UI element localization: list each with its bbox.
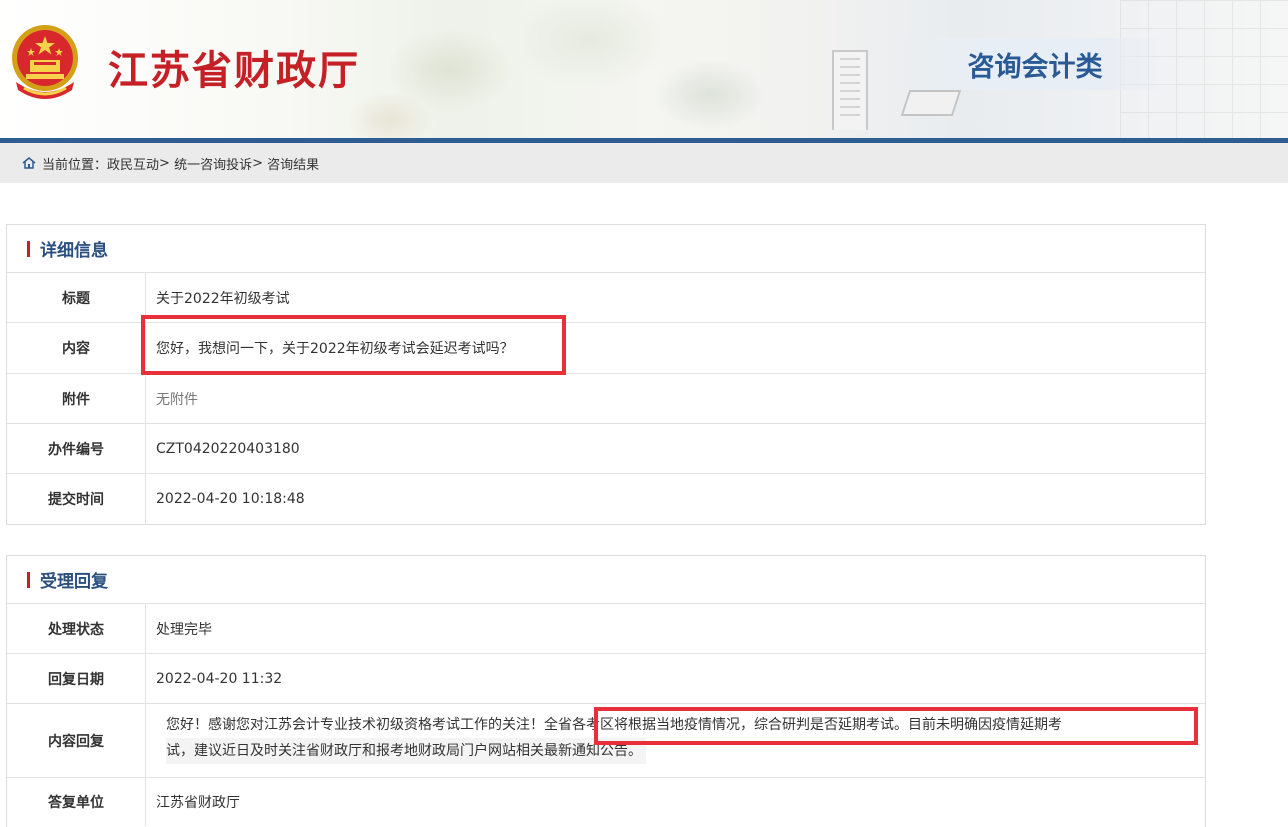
reply-row-content: 内容回复 您好！感谢您对江苏会计专业技术初级资格考试工作的关注！全省各考区将根据… (7, 704, 1205, 778)
row-value: 处理完毕 (156, 621, 212, 638)
detail-heading: 详细信息 (40, 241, 108, 261)
row-label: 处理状态 (7, 604, 146, 653)
section-tab-consult-accounting: 咨询会计类 (900, 38, 1170, 90)
row-value: 2022-04-20 11:32 (156, 670, 283, 687)
row-value: 您好，我想问一下，关于2022年初级考试会延迟考试吗？ (156, 341, 514, 357)
row-label: 内容 (7, 323, 146, 373)
row-value: 2022-04-20 10:18:48 (156, 491, 305, 507)
breadcrumb-prefix: 当前位置： (42, 157, 108, 173)
reply-text-part3: 试，建议近日及时关注省财政厅和报考地财政局门户网站相关最新通知公告。 (166, 738, 646, 764)
reply-content-text: 您好！感谢您对江苏会计专业技术初级资格考试工作的关注！全省各考区将根据当地疫情情… (146, 704, 1082, 774)
reply-panel-header: 受理回复 (7, 556, 1205, 604)
row-value: 江苏省财政厅 (156, 795, 240, 811)
reply-row-unit: 答复单位 江苏省财政厅 (7, 778, 1205, 826)
row-label: 办件编号 (7, 424, 146, 473)
breadcrumb: 当前位置： 政民互动 > 统一咨询投诉 > 咨询结果 (0, 143, 1288, 183)
breadcrumb-separator: > (252, 155, 263, 171)
national-emblem-icon (12, 25, 78, 99)
row-value: CZT0420220403180 (156, 440, 300, 457)
header-flower-decoration (330, 0, 790, 140)
detail-panel-header: 详细信息 (7, 225, 1205, 273)
detail-row-submit-time: 提交时间 2022-04-20 10:18:48 (7, 474, 1205, 524)
row-label: 回复日期 (7, 654, 146, 703)
reply-text-part2: 全省各考区将根据当地疫情情况，综合研判是否延期考试。目前未明确因疫情延期考 (544, 717, 1062, 733)
row-label: 附件 (7, 374, 146, 423)
reply-row-status: 处理状态 处理完毕 (7, 604, 1205, 654)
reply-panel: 受理回复 处理状态 处理完毕 回复日期 2022-04-20 11:32 内容回… (6, 555, 1206, 827)
row-value: 关于2022年初级考试 (156, 290, 290, 307)
row-label: 提交时间 (7, 474, 146, 524)
home-icon (22, 157, 36, 169)
reply-row-date: 回复日期 2022-04-20 11:32 (7, 654, 1205, 704)
detail-row-content: 内容 您好，我想问一下，关于2022年初级考试会延迟考试吗？ (7, 323, 1205, 374)
reply-heading: 受理回复 (40, 572, 108, 592)
site-title: 江苏省财政厅 (108, 48, 360, 94)
header-laptop-decoration (900, 90, 962, 116)
detail-row-case-number: 办件编号 CZT0420220403180 (7, 424, 1205, 474)
row-label: 标题 (7, 273, 146, 322)
header-building-decoration (832, 50, 868, 130)
breadcrumb-item-result: 咨询结果 (267, 157, 320, 173)
reply-text-part1: 您好！感谢您对江苏会计专业技术初级资格考试工作的关注！ (166, 717, 544, 733)
heading-accent-bar (27, 571, 30, 588)
site-header: 江苏省财政厅 咨询会计类 (0, 0, 1288, 140)
detail-row-title: 标题 关于2022年初级考试 (7, 273, 1205, 323)
heading-accent-bar (27, 240, 30, 257)
breadcrumb-item-interaction[interactable]: 政民互动 (107, 154, 159, 173)
detail-row-attachment: 附件 无附件 (7, 374, 1205, 424)
row-label: 内容回复 (7, 704, 146, 777)
breadcrumb-separator: > (159, 155, 170, 171)
detail-panel: 详细信息 标题 关于2022年初级考试 内容 您好，我想问一下，关于2022年初… (6, 224, 1206, 525)
row-label: 答复单位 (7, 778, 146, 826)
breadcrumb-item-consult-complaint[interactable]: 统一咨询投诉 (174, 154, 252, 173)
row-value: 您好！感谢您对江苏会计专业技术初级资格考试工作的关注！全省各考区将根据当地疫情情… (146, 704, 1205, 777)
row-value: 无附件 (156, 391, 198, 408)
